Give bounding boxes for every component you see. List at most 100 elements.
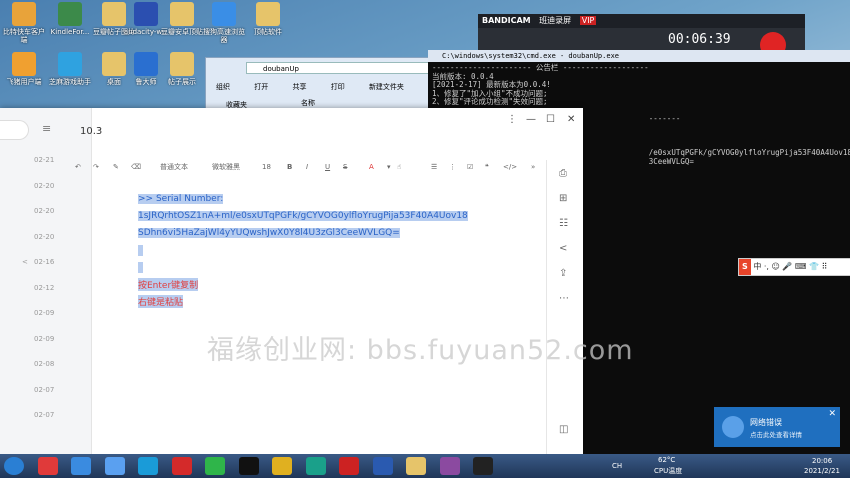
clock-date[interactable]: 2021/2/21 (804, 467, 840, 475)
desktop-shortcut[interactable]: KindleFor... (46, 2, 94, 36)
qq-icon[interactable] (238, 457, 259, 475)
font-size-select[interactable]: 18 (262, 159, 271, 175)
address-bar[interactable]: doubanUp (246, 62, 436, 74)
desktop-shortcut[interactable]: 顶帖软件 (244, 2, 292, 36)
desktop-shortcut[interactable]: 芝麻游戏助手 (46, 52, 94, 86)
format-toolbar: ↶ ↷ ✎ ⌫ 普通文本 微软雅黑 18 B I U S A ▾ ☝ ☰ ⋮ ☑… (75, 159, 545, 175)
shortcut-label: 豆瓣安卓顶贴 (161, 28, 203, 36)
note-list-item-date[interactable]: 02-20 (34, 207, 54, 215)
highlight-icon[interactable]: ▾ (387, 159, 391, 175)
clock-time[interactable]: 20:06 (812, 457, 832, 465)
watermark: 福缘创业网: bbs.fuyuan52.com (207, 335, 634, 366)
note-title[interactable]: 10.3 (80, 126, 102, 137)
record-icon[interactable] (339, 457, 359, 475)
note-list-item-date[interactable]: 02-09 (34, 335, 54, 343)
paste-hint-line[interactable]: 右键是粘贴 (138, 295, 184, 308)
column-name[interactable]: 名称 (301, 98, 315, 108)
list-menu-icon[interactable]: ≡ (42, 122, 51, 135)
baidu-netdisk-icon[interactable] (104, 457, 125, 475)
sogou-ime-bar[interactable]: S 中 ·, ☺ 🎤 ⌨ 👕 ⠿ (738, 258, 850, 276)
ie-alt-icon[interactable] (138, 457, 158, 475)
winrar-icon[interactable] (439, 457, 460, 475)
sogou-logo-icon[interactable]: S (739, 259, 751, 275)
vip-badge[interactable]: VIP (579, 16, 597, 25)
desktop-shortcut[interactable]: 豆瓣安卓顶贴 (158, 2, 206, 36)
chrome-icon[interactable] (272, 457, 292, 475)
note-list-item-date[interactable]: 02-16 (34, 258, 54, 266)
toolbar-open[interactable]: 打开 (254, 83, 268, 91)
note-list-item-date[interactable]: 02-09 (34, 309, 54, 317)
bullet-list-icon[interactable]: ☰ (431, 159, 437, 175)
note-list-item-date[interactable]: 02-12 (34, 284, 54, 292)
format-painter-icon[interactable]: ✎ (113, 159, 119, 175)
quote-icon[interactable]: ❝ (485, 159, 489, 175)
close-icon[interactable]: ✕ (828, 409, 836, 419)
toast-subtitle[interactable]: 点击此处查看详情 (750, 429, 802, 439)
note-editor[interactable]: >> Serial Number: 1sJRQrhtOSZ1nA+ml/e0sx… (117, 184, 517, 452)
insert-icon[interactable]: ⊞ (559, 193, 567, 204)
share-icon[interactable]: < (559, 243, 567, 254)
serial-line-1[interactable]: 1sJRQrhtOSZ1nA+ml/e0sxUTqPGFk/gCYVOG0ylf… (138, 211, 468, 221)
note-list-item-date[interactable]: 02-20 (34, 233, 54, 241)
toolbar-print[interactable]: 打印 (331, 83, 345, 91)
note-list-item-date[interactable]: 02-21 (34, 156, 54, 164)
start-icon[interactable] (4, 457, 24, 475)
visual-studio-icon[interactable] (305, 457, 326, 475)
network-error-toast[interactable]: 网络错误 点击此处查看详情 ✕ (714, 407, 840, 447)
underline-button[interactable]: U (325, 159, 330, 175)
checklist-icon[interactable]: ☑ (467, 159, 473, 175)
outline-icon[interactable]: ☷ (559, 218, 568, 229)
undo-icon[interactable]: ↶ (75, 159, 81, 175)
desktop-shortcut[interactable]: 搜狗高速浏览器 (200, 2, 248, 44)
copy-hint-line[interactable]: 按Enter键复制 (138, 278, 199, 291)
toolbar-organize[interactable]: 组织 (216, 83, 230, 91)
note-list-item-date[interactable]: 02-07 (34, 386, 54, 394)
note-list-item-date[interactable]: 02-20 (34, 182, 54, 190)
strikethrough-button[interactable]: S (343, 159, 347, 175)
more-icon[interactable]: ⋮ (507, 114, 517, 125)
font-select[interactable]: 微软雅黑 (212, 159, 240, 175)
maximize-button[interactable]: ☐ (546, 114, 555, 125)
italic-button[interactable]: I (306, 159, 308, 175)
toolbar-new-folder[interactable]: 新建文件夹 (369, 83, 404, 91)
search-input[interactable] (0, 120, 29, 140)
bandicam-window[interactable]: BANDICAM 班迪录屏 VIP 00:06:39 (478, 14, 805, 58)
serial-label-line[interactable]: >> Serial Number: (138, 194, 224, 204)
serial-line-2[interactable]: SDhn6vi5HaZajWl4yYUQwshJwX0Y8l4U3zGl3Cee… (138, 228, 400, 238)
file-explorer-icon[interactable] (406, 457, 426, 475)
numbered-list-icon[interactable]: ⋮ (449, 159, 456, 175)
note-list-item-date[interactable]: 02-07 (34, 411, 54, 419)
desktop-shortcut[interactable]: 飞猪用户端 (0, 52, 48, 86)
explorer-window[interactable]: doubanUp 组织 打开 共享 打印 新建文件夹 收藏夹 名称 (205, 57, 457, 114)
attachment-icon[interactable]: ⎙ (559, 168, 567, 179)
empty-line[interactable] (138, 262, 143, 273)
close-button[interactable]: ✕ (567, 114, 575, 125)
notes-icon[interactable] (71, 457, 91, 475)
cmd-icon[interactable] (473, 457, 493, 475)
paragraph-style-select[interactable]: 普通文本 (160, 159, 188, 175)
netease-music-icon[interactable] (171, 457, 192, 475)
note-list-item-date[interactable]: 02-08 (34, 360, 54, 368)
shortcut-label: 搜狗高速浏览器 (203, 28, 245, 44)
toggle-panel-icon[interactable]: ◫ (559, 424, 568, 435)
font-color-icon[interactable]: A (369, 159, 374, 175)
ime-status[interactable]: 中 ·, ☺ 🎤 ⌨ 👕 ⠿ (753, 262, 827, 271)
empty-line[interactable] (138, 245, 143, 256)
ime-indicator[interactable]: CH (612, 462, 622, 470)
export-icon[interactable]: ⇪ (559, 268, 567, 279)
minimize-button[interactable]: — (526, 114, 536, 125)
bold-button[interactable]: B (287, 159, 292, 175)
redo-icon[interactable]: ↷ (93, 159, 99, 175)
desktop-shortcut[interactable]: 帖子展示 (158, 52, 206, 86)
more-icon[interactable]: ⋯ (559, 293, 569, 304)
browser-360-icon[interactable] (37, 457, 58, 475)
clear-format-icon[interactable]: ⌫ (131, 159, 141, 175)
notes-window[interactable]: ≡ < 02-21 02-20 02-20 02-20 02-16 02-12 02-09 0… (0, 108, 583, 454)
word-icon[interactable] (372, 457, 393, 475)
toolbar-share[interactable]: 共享 (292, 83, 306, 91)
wechat-icon[interactable] (205, 457, 225, 475)
shortcut-label: KindleFor... (50, 28, 90, 36)
more-tools-icon[interactable]: » (531, 159, 535, 175)
desktop-shortcut[interactable]: 比特快车客户端 (0, 2, 48, 44)
code-icon[interactable]: </> (503, 159, 517, 175)
